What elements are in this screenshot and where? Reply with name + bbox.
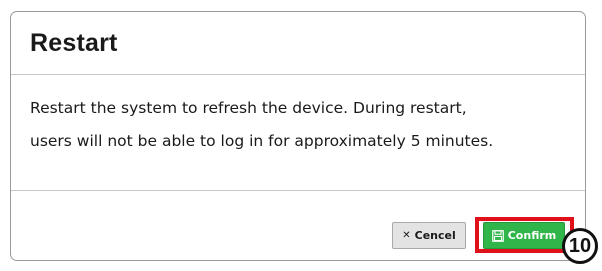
confirm-button[interactable]: Confirm <box>483 222 565 249</box>
step-number-badge: 10 <box>562 228 598 264</box>
dialog-title: Restart <box>30 28 118 57</box>
cancel-button-label: Cencel <box>414 229 456 242</box>
confirm-button-label: Confirm <box>507 229 557 242</box>
x-icon: ✕ <box>402 230 411 241</box>
cancel-button[interactable]: ✕ Cencel <box>392 222 466 249</box>
message-line-1: Restart the system to refresh the device… <box>30 99 467 117</box>
message-line-2: users will not be able to log in for app… <box>30 132 494 150</box>
dialog-header: Restart <box>11 12 585 75</box>
dialog-message: Restart the system to refresh the device… <box>30 92 570 158</box>
dialog-body: Restart the system to refresh the device… <box>11 75 585 191</box>
save-icon <box>491 229 504 242</box>
